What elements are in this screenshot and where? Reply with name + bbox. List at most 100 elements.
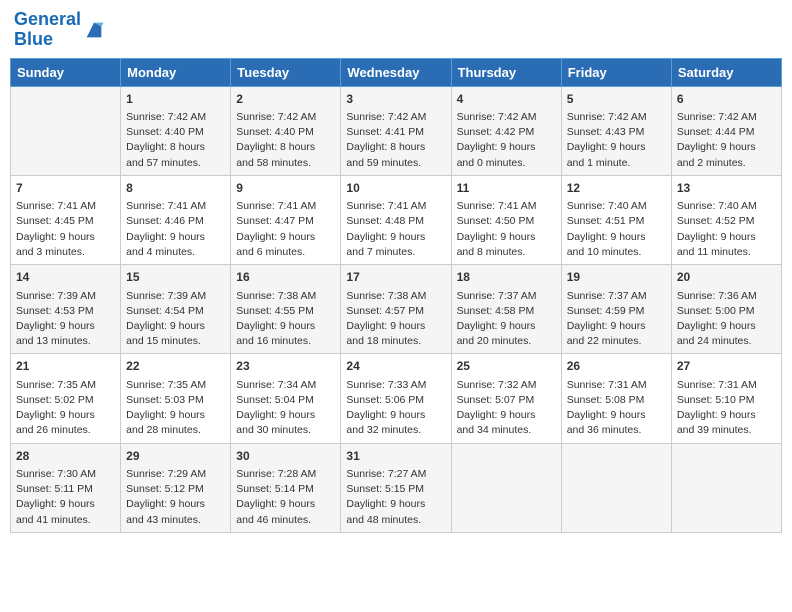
page-header: GeneralBlue (10, 10, 782, 50)
day-info-line: Sunset: 4:53 PM (16, 304, 115, 319)
calendar-cell: 27Sunrise: 7:31 AMSunset: 5:10 PMDayligh… (671, 354, 781, 443)
weekday-header-friday: Friday (561, 58, 671, 86)
day-info-line: Daylight: 9 hours (677, 319, 776, 334)
calendar-cell: 3Sunrise: 7:42 AMSunset: 4:41 PMDaylight… (341, 86, 451, 175)
calendar-cell: 12Sunrise: 7:40 AMSunset: 4:51 PMDayligh… (561, 175, 671, 264)
day-info-line: Sunset: 5:02 PM (16, 393, 115, 408)
day-info-line: Sunset: 4:58 PM (457, 304, 556, 319)
day-info-line: Daylight: 9 hours (126, 497, 225, 512)
day-info-line: Sunset: 4:59 PM (567, 304, 666, 319)
day-info-line: Daylight: 8 hours (236, 140, 335, 155)
day-info-line: and 22 minutes. (567, 334, 666, 349)
day-info-line: Daylight: 9 hours (126, 319, 225, 334)
day-number: 21 (16, 358, 115, 375)
calendar-cell: 22Sunrise: 7:35 AMSunset: 5:03 PMDayligh… (121, 354, 231, 443)
day-info-line: Daylight: 9 hours (346, 319, 445, 334)
day-info-line: Sunset: 4:55 PM (236, 304, 335, 319)
day-info-line: Sunrise: 7:28 AM (236, 467, 335, 482)
day-info-line: Daylight: 9 hours (346, 497, 445, 512)
day-info-line: Sunset: 4:54 PM (126, 304, 225, 319)
day-info-line: Daylight: 8 hours (346, 140, 445, 155)
calendar-cell: 20Sunrise: 7:36 AMSunset: 5:00 PMDayligh… (671, 265, 781, 354)
day-info-line: and 46 minutes. (236, 513, 335, 528)
day-info-line: and 58 minutes. (236, 156, 335, 171)
day-info-line: Sunrise: 7:42 AM (236, 110, 335, 125)
day-info-line: Sunset: 5:14 PM (236, 482, 335, 497)
calendar-cell: 18Sunrise: 7:37 AMSunset: 4:58 PMDayligh… (451, 265, 561, 354)
weekday-header-thursday: Thursday (451, 58, 561, 86)
calendar-cell: 10Sunrise: 7:41 AMSunset: 4:48 PMDayligh… (341, 175, 451, 264)
weekday-header-tuesday: Tuesday (231, 58, 341, 86)
day-info-line: and 3 minutes. (16, 245, 115, 260)
day-info-line: Sunrise: 7:32 AM (457, 378, 556, 393)
day-number: 20 (677, 269, 776, 286)
day-number: 17 (346, 269, 445, 286)
day-info-line: Daylight: 9 hours (567, 408, 666, 423)
day-info-line: Sunrise: 7:35 AM (126, 378, 225, 393)
calendar-cell (451, 443, 561, 532)
day-info-line: and 34 minutes. (457, 423, 556, 438)
day-info-line: Sunrise: 7:41 AM (346, 199, 445, 214)
day-info-line: Daylight: 9 hours (346, 230, 445, 245)
calendar-cell: 24Sunrise: 7:33 AMSunset: 5:06 PMDayligh… (341, 354, 451, 443)
day-number: 25 (457, 358, 556, 375)
calendar-cell: 7Sunrise: 7:41 AMSunset: 4:45 PMDaylight… (11, 175, 121, 264)
day-info-line: Sunrise: 7:38 AM (346, 289, 445, 304)
calendar-cell (561, 443, 671, 532)
day-info-line: Daylight: 9 hours (567, 319, 666, 334)
day-info-line: and 26 minutes. (16, 423, 115, 438)
day-number: 3 (346, 91, 445, 108)
day-info-line: and 24 minutes. (677, 334, 776, 349)
day-info-line: Sunset: 4:43 PM (567, 125, 666, 140)
day-info-line: Sunset: 4:46 PM (126, 214, 225, 229)
day-info-line: Sunrise: 7:35 AM (16, 378, 115, 393)
weekday-header-wednesday: Wednesday (341, 58, 451, 86)
day-info-line: and 41 minutes. (16, 513, 115, 528)
day-info-line: and 0 minutes. (457, 156, 556, 171)
calendar-cell: 31Sunrise: 7:27 AMSunset: 5:15 PMDayligh… (341, 443, 451, 532)
day-info-line: Sunset: 5:03 PM (126, 393, 225, 408)
day-info-line: Sunset: 4:52 PM (677, 214, 776, 229)
day-info-line: and 16 minutes. (236, 334, 335, 349)
day-info-line: and 32 minutes. (346, 423, 445, 438)
day-info-line: Sunset: 5:04 PM (236, 393, 335, 408)
calendar-week-row: 7Sunrise: 7:41 AMSunset: 4:45 PMDaylight… (11, 175, 782, 264)
day-info-line: Sunrise: 7:33 AM (346, 378, 445, 393)
day-info-line: Daylight: 9 hours (16, 319, 115, 334)
day-info-line: Sunrise: 7:34 AM (236, 378, 335, 393)
day-info-line: Daylight: 9 hours (346, 408, 445, 423)
calendar-week-row: 21Sunrise: 7:35 AMSunset: 5:02 PMDayligh… (11, 354, 782, 443)
calendar-cell: 8Sunrise: 7:41 AMSunset: 4:46 PMDaylight… (121, 175, 231, 264)
day-number: 9 (236, 180, 335, 197)
weekday-header-monday: Monday (121, 58, 231, 86)
day-info-line: Sunset: 4:45 PM (16, 214, 115, 229)
day-info-line: and 36 minutes. (567, 423, 666, 438)
day-number: 4 (457, 91, 556, 108)
day-number: 29 (126, 448, 225, 465)
day-info-line: Sunrise: 7:42 AM (677, 110, 776, 125)
day-number: 1 (126, 91, 225, 108)
day-info-line: Sunrise: 7:27 AM (346, 467, 445, 482)
day-info-line: Daylight: 9 hours (126, 230, 225, 245)
day-info-line: Daylight: 9 hours (236, 319, 335, 334)
day-number: 18 (457, 269, 556, 286)
day-number: 6 (677, 91, 776, 108)
day-info-line: and 20 minutes. (457, 334, 556, 349)
day-info-line: Sunrise: 7:41 AM (16, 199, 115, 214)
calendar-cell: 6Sunrise: 7:42 AMSunset: 4:44 PMDaylight… (671, 86, 781, 175)
day-info-line: Sunrise: 7:41 AM (236, 199, 335, 214)
day-info-line: and 4 minutes. (126, 245, 225, 260)
day-info-line: and 11 minutes. (677, 245, 776, 260)
day-number: 14 (16, 269, 115, 286)
day-number: 15 (126, 269, 225, 286)
calendar-cell: 15Sunrise: 7:39 AMSunset: 4:54 PMDayligh… (121, 265, 231, 354)
day-info-line: Daylight: 9 hours (677, 408, 776, 423)
day-number: 30 (236, 448, 335, 465)
day-number: 24 (346, 358, 445, 375)
calendar-cell: 14Sunrise: 7:39 AMSunset: 4:53 PMDayligh… (11, 265, 121, 354)
day-info-line: Sunset: 5:12 PM (126, 482, 225, 497)
calendar-week-row: 28Sunrise: 7:30 AMSunset: 5:11 PMDayligh… (11, 443, 782, 532)
day-info-line: Daylight: 9 hours (457, 319, 556, 334)
day-info-line: and 30 minutes. (236, 423, 335, 438)
calendar-cell: 21Sunrise: 7:35 AMSunset: 5:02 PMDayligh… (11, 354, 121, 443)
